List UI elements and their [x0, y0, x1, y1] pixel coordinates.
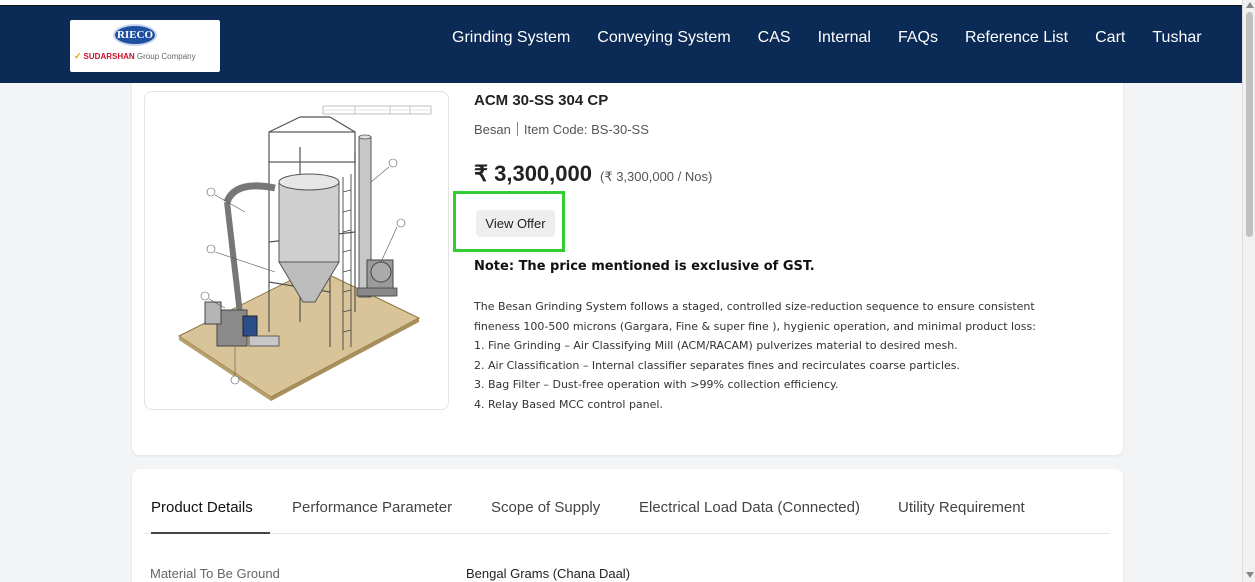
price-block: ₹ 3,300,000 (₹ 3,300,000 / Nos)	[474, 161, 712, 187]
meta-divider	[516, 122, 518, 136]
nav-cas[interactable]: CAS	[758, 29, 791, 47]
top-navbar: RIECO ✓ SUDARSHAN Group Company Grinding …	[0, 6, 1242, 83]
product-price: ₹ 3,300,000	[474, 161, 592, 186]
grinding-system-drawing	[178, 105, 432, 401]
nav-grinding-system[interactable]: Grinding System	[452, 29, 570, 47]
tab-utility-requirement[interactable]: Utility Requirement	[898, 499, 1025, 516]
nav-reference-list[interactable]: Reference List	[965, 29, 1068, 47]
tab-performance-parameter[interactable]: Performance Parameter	[292, 499, 452, 516]
view-offer-button[interactable]: View Offer	[476, 210, 555, 237]
tab-electrical-load-data[interactable]: Electrical Load Data (Connected)	[639, 499, 860, 516]
tab-scope-of-supply[interactable]: Scope of Supply	[491, 499, 600, 516]
scroll-up-icon[interactable]	[1246, 2, 1254, 8]
rieco-logo-mark: RIECO	[113, 24, 157, 46]
logo-subtitle: ✓ SUDARSHAN Group Company	[74, 51, 220, 62]
description-line: 2. Air Classification – Internal classif…	[474, 358, 961, 372]
active-tab-indicator	[151, 532, 270, 534]
product-image[interactable]	[144, 91, 449, 410]
scroll-down-icon[interactable]	[1246, 572, 1254, 578]
product-tabs-section: Product Details Performance Parameter Sc…	[132, 469, 1123, 582]
description-line: 3. Bag Filter – Dust-free operation with…	[474, 378, 839, 391]
nav-user-account[interactable]: Tushar	[1152, 29, 1201, 47]
description-line: The Besan Grinding System follows a stag…	[474, 300, 1035, 313]
product-category: Besan	[474, 122, 511, 137]
detail-label: Material To Be Ground	[150, 566, 280, 581]
product-description: The Besan Grinding System follows a stag…	[474, 297, 1074, 414]
logo-group: Group Company	[136, 52, 196, 61]
nav-faqs[interactable]: FAQs	[898, 29, 938, 47]
nav-conveying-system[interactable]: Conveying System	[597, 29, 730, 47]
tab-product-details[interactable]: Product Details	[151, 499, 253, 516]
gst-note: Note: The price mentioned is exclusive o…	[474, 259, 815, 274]
logo-brand: SUDARSHAN	[83, 52, 135, 61]
product-title: ACM 30-SS 304 CP	[474, 92, 609, 109]
nav-internal[interactable]: Internal	[818, 29, 871, 47]
sudarshan-swoosh-icon: ✓	[74, 51, 82, 61]
rieco-logo[interactable]: RIECO ✓ SUDARSHAN Group Company	[70, 20, 220, 72]
description-line: 4. Relay Based MCC control panel.	[474, 397, 663, 411]
description-line: fineness 100-500 microns (Gargara, Fine …	[474, 319, 1036, 333]
nav-cart[interactable]: Cart	[1095, 29, 1125, 47]
main-nav: Grinding System Conveying System CAS Int…	[452, 29, 1202, 47]
description-line: 1. Fine Grinding – Air Classifying Mill …	[474, 339, 958, 352]
detail-value: Bengal Grams (Chana Daal)	[466, 566, 631, 581]
scrollbar-thumb[interactable]	[1246, 12, 1253, 237]
product-card: ACM 30-SS 304 CP Besan Item Code: BS-30-S…	[132, 83, 1123, 455]
unit-price: (₹ 3,300,000 / Nos)	[599, 169, 713, 184]
product-meta: Besan Item Code: BS-30-SS	[474, 122, 649, 137]
item-code: Item Code: BS-30-SS	[523, 122, 649, 137]
tab-bar: Product Details Performance Parameter Sc…	[144, 487, 1110, 534]
page-scrollbar[interactable]	[1242, 0, 1255, 582]
